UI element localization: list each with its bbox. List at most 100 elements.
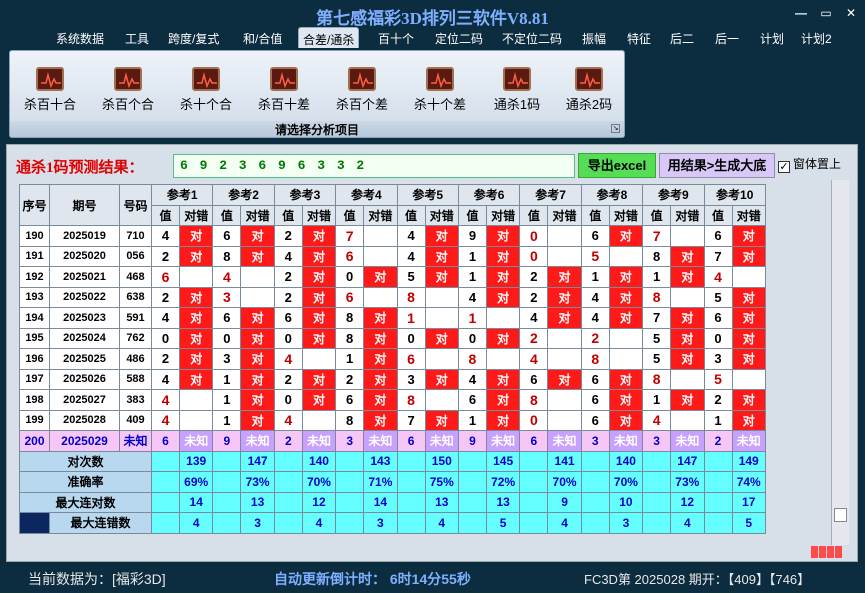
stat-value: 3 [608,512,644,534]
ribbon-button[interactable]: 杀百十差 [252,67,316,112]
hit-cell: 对 [485,389,521,411]
stat-value: 14 [178,491,214,513]
hit-cell: 对 [608,307,644,329]
hit-cell: 对 [301,368,337,390]
stat-value: 141 [547,450,582,472]
stat-value: 12 [301,491,337,513]
value-cell: 0 [273,327,303,349]
hit-cell: 对 [731,409,766,431]
col-header-ref: 参考8 [580,184,644,206]
menu-item[interactable]: 不定位二码 [502,30,562,47]
menu-item[interactable]: 计划 [760,30,784,47]
miss-cell [240,266,275,288]
hit-cell: 对 [608,225,644,247]
value-cell: 4 [396,225,426,247]
table-row[interactable]: 197 2025026 588 4 对 1 对 2 对 2 对 3 对 4 对 6 对 6 对 8 5 [19,368,766,390]
stat-spacer [642,512,672,534]
seq-cell: 197 [19,368,50,390]
table-row[interactable]: 191 2025020 056 2 对 8 对 4 对 6 4 对 1 对 0 5 8 对 7 对 [19,245,766,267]
col-header-value: 值 [151,204,180,226]
number-cell: 710 [119,225,152,247]
table-row[interactable]: 199 2025028 409 4 1 对 4 8 对 7 对 1 对 0 6 对 4 1 对 [19,409,766,431]
value-cell: 6 [396,348,426,370]
minimize-button[interactable]: — [793,6,809,20]
menu-item[interactable]: 百十个 [378,30,414,47]
prediction-row[interactable]: 200 2025029 未知 6 未知 9 未知 2 未知 3 未知 6 未知 9 未知 6 未知 3 未知 3 未知 2… [19,430,766,452]
number-cell: 588 [119,368,152,390]
generate-base-button[interactable]: 用结果>生成大底 [659,153,775,178]
size-grip[interactable] [811,545,851,561]
ribbon-button[interactable]: 杀百个差 [330,67,394,112]
value-cell: 9 [457,225,487,247]
miss-cell [363,286,398,308]
checkbox-mark[interactable]: ✓ [778,161,790,173]
value-cell: 4 [580,307,610,329]
seq-cell: 194 [19,307,50,329]
ribbon-launcher-icon[interactable]: ↘ [611,124,620,133]
close-button[interactable]: ✕ [843,6,859,20]
menu-item[interactable]: 特征 [627,30,651,47]
vertical-scrollbar[interactable] [831,180,849,545]
value-cell: 5 [703,368,733,390]
chart-icon [575,67,603,91]
hit-cell: 对 [240,368,275,390]
restore-button[interactable]: ▭ [818,6,834,20]
menu-item[interactable]: 后一 [715,30,739,47]
title-bar: 第七感福彩3D排列三软件V8.81 — ▭ ✕ [0,0,865,28]
col-header-number: 号码 [119,184,152,226]
table-row[interactable]: 196 2025025 486 2 对 3 对 4 1 对 6 8 4 8 5 对 3 对 [19,348,766,370]
menu-item[interactable]: 合差/通杀 [298,27,360,48]
menu-item[interactable]: 后二 [670,30,694,47]
number-cell: 383 [119,389,152,411]
value-cell: 4 [273,348,303,370]
stat-spacer [335,471,365,493]
ribbon-button[interactable]: 通杀2码 [557,67,621,112]
stat-value: 73% [240,471,275,493]
number-cell: 056 [119,245,152,267]
table-row[interactable]: 192 2025021 468 6 4 2 对 0 对 5 对 1 对 2 对 1 对 1 对 4 [19,266,766,288]
stat-spacer [212,450,242,472]
miss-cell [547,225,582,247]
ribbon-button[interactable]: 杀百十合 [18,67,82,112]
menu-item[interactable]: 工具 [125,30,149,47]
stat-spacer [273,471,303,493]
table-row[interactable]: 194 2025023 591 4 对 6 对 6 对 8 对 1 1 4 对 4 对 7 对 6 对 [19,307,766,329]
hit-cell: 对 [547,286,582,308]
chart-icon [114,67,142,91]
stat-value: 5 [731,512,766,534]
export-excel-button[interactable]: 导出excel [578,153,656,178]
table-row[interactable]: 195 2025024 762 0 对 0 对 0 对 8 对 0 对 0 对 2 2 5 对 0 对 [19,327,766,349]
value-cell: 6 [212,225,242,247]
window-top-checkbox[interactable]: ✓ 窗体置上 [778,155,841,173]
table-row[interactable]: 190 2025019 710 4 对 6 对 2 对 7 4 对 9 对 0 6 对 7 6 对 [19,225,766,247]
hit-cell: 对 [424,327,459,349]
scrollbar-thumb[interactable] [834,508,847,522]
menu-item[interactable]: 跨度/复式 [168,30,219,47]
prediction-result-field[interactable]: 6 9 2 3 6 9 6 3 3 2 [173,154,575,178]
ribbon-button[interactable]: 通杀1码 [485,67,549,112]
value-cell: 2 [273,368,303,390]
ribbon-button[interactable]: 杀十个差 [408,67,472,112]
menu-item[interactable]: 和/合值 [243,30,282,47]
table-row[interactable]: 198 2025027 383 4 1 对 0 对 6 对 8 6 对 8 6 对 1 对 2 对 [19,389,766,411]
hit-cell: 对 [547,266,582,288]
value-cell: 0 [519,245,549,267]
value-cell: 6 [273,307,303,329]
stat-spacer [151,491,180,513]
period-cell: 2025027 [49,389,120,411]
stat-spacer [580,450,610,472]
menu-bar: 系统数据 工具 跨度/复式 和/合值 合差/通杀 百十个 定位二码 不定位二码 振幅 特征 后二 后一… [0,26,865,48]
value-cell: 2 [580,327,610,349]
menu-item[interactable]: 系统数据 [56,30,104,47]
hit-cell: 对 [301,225,337,247]
seq-cell: 195 [19,327,50,349]
chart-icon [270,67,298,91]
ribbon-button[interactable]: 杀百个合 [96,67,160,112]
menu-item[interactable]: 定位二码 [435,30,483,47]
ribbon-button[interactable]: 杀十个合 [174,67,238,112]
menu-item[interactable]: 计划2 [801,30,832,47]
table-row[interactable]: 193 2025022 638 2 对 3 2 对 6 8 4 对 2 对 4 对 8 5 对 [19,286,766,308]
value-cell: 9 [212,430,242,452]
menu-item[interactable]: 振幅 [582,30,606,47]
value-cell: 5 [642,327,672,349]
